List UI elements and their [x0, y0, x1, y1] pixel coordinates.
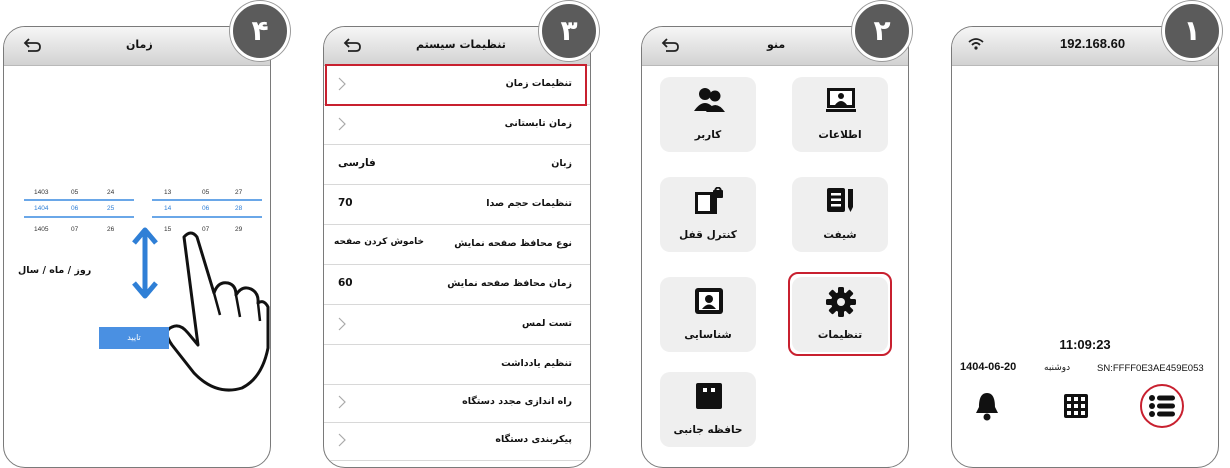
settings-row-touch-test[interactable]: تست لمس	[324, 305, 590, 345]
row-label: تست لمس	[522, 318, 572, 329]
picker-line	[24, 216, 134, 218]
picker-value: 07	[71, 226, 79, 233]
back-arrow-icon[interactable]	[660, 35, 680, 55]
tile-label: شیفت	[823, 229, 857, 241]
serial-number: SN:FFFF0E3AE459E053	[1097, 363, 1204, 374]
step-badge-2: ۲	[852, 1, 912, 61]
picker-line	[152, 216, 262, 218]
chevron-right-icon	[338, 117, 346, 131]
time-settings-highlight	[325, 64, 587, 106]
weekday: دوشنبه	[1044, 363, 1071, 373]
row-label: زبان	[551, 158, 572, 169]
settings-row-configuration[interactable]: پیکربندی دستگاه	[324, 421, 590, 461]
picker-value: 06	[202, 205, 210, 212]
ip-address: 192.168.60	[1060, 36, 1126, 51]
picker-value: 26	[107, 226, 115, 233]
menu-button[interactable]	[1140, 384, 1184, 428]
tile-label: کنترل قفل	[679, 229, 737, 241]
usb-drive-icon	[696, 383, 722, 409]
row-value: فارسی	[338, 157, 376, 169]
keypad-icon[interactable]	[1063, 393, 1089, 419]
page-title: تنظیمات سیستم	[416, 38, 506, 51]
screen-home: 192.168.60 11:09:23 1404-06-20 دوشنبه SN…	[951, 26, 1219, 468]
shift-list-icon	[827, 188, 853, 212]
back-arrow-icon[interactable]	[342, 35, 362, 55]
settings-row-screensaver-type[interactable]: نوع محافظ صفحه نمایش خاموش کردن صفحه	[324, 225, 590, 265]
row-value: 70	[338, 197, 353, 209]
users-icon	[694, 88, 725, 112]
settings-row-note[interactable]: تنظیم یادداشت	[324, 345, 590, 385]
clock: 11:09:23	[1059, 337, 1111, 352]
info-board-icon	[826, 88, 856, 112]
settings-row-restart[interactable]: راه اندازی مجدد دستگاه	[324, 383, 590, 423]
chevron-right-icon	[338, 317, 346, 331]
row-label: تنظیمات حجم صدا	[486, 198, 572, 209]
step-badge-3: ۳	[539, 1, 599, 61]
row-label: راه اندازی مجدد دستگاه	[462, 396, 572, 407]
picker-value: 27	[235, 189, 243, 196]
tile-label: کاربر	[694, 129, 722, 141]
chevron-right-icon	[338, 433, 346, 447]
menu-list-icon	[1149, 395, 1175, 417]
row-label: پیکربندی دستگاه	[495, 434, 572, 445]
confirm-button[interactable]: تایید	[99, 327, 169, 349]
tile-label: شناسایی	[684, 329, 732, 341]
picker-value: 13	[164, 189, 172, 196]
tile-identification[interactable]: شناسایی	[660, 277, 756, 352]
tile-user[interactable]: کاربر	[660, 77, 756, 152]
settings-row-volume[interactable]: تنظیمات حجم صدا 70	[324, 185, 590, 225]
settings-row-language[interactable]: زبان فارسی	[324, 145, 590, 185]
bell-icon[interactable]	[974, 391, 1000, 421]
picker-value: 25	[107, 205, 115, 212]
screen-time: زمان 1403 1404 1405 05 06 07 24 25 26 13…	[3, 26, 271, 468]
back-arrow-icon[interactable]	[22, 35, 42, 55]
screen-system-settings: تنظیمات سیستم تنظیمات زمان زمان تابستانی…	[323, 26, 591, 468]
tile-lock-control[interactable]: کنترل قفل	[660, 177, 756, 252]
door-lock-icon	[695, 187, 723, 214]
step-badge-4: ۴	[230, 1, 290, 61]
face-id-icon	[695, 288, 723, 314]
row-value: 60	[338, 277, 353, 289]
picker-value: 1403	[34, 189, 49, 196]
picker-value: 1404	[34, 205, 49, 212]
tile-label: اطلاعات	[818, 129, 862, 141]
tile-external-storage[interactable]: حافظه جانبی	[660, 372, 756, 447]
row-label: زمان محافظ صفحه نمایش	[447, 278, 572, 289]
step-badge-1: ۱	[1162, 1, 1222, 61]
page-title: زمان	[126, 38, 153, 51]
picker-value: 05	[202, 189, 210, 196]
tile-info[interactable]: اطلاعات	[792, 77, 888, 152]
picker-value: 28	[235, 205, 243, 212]
chevron-right-icon	[338, 395, 346, 409]
picker-value: 06	[71, 205, 79, 212]
tile-shift[interactable]: شیفت	[792, 177, 888, 252]
row-label: زمان تابستانی	[504, 118, 572, 129]
date: 1404-06-20	[960, 361, 1017, 373]
settings-row-screensaver-time[interactable]: زمان محافظ صفحه نمایش 60	[324, 265, 590, 305]
page-title: منو	[767, 38, 786, 51]
picker-line	[24, 199, 134, 201]
settings-row-dst[interactable]: زمان تابستانی	[324, 105, 590, 145]
row-label: تنظیم یادداشت	[501, 358, 572, 369]
picker-value: 14	[164, 205, 172, 212]
settings-highlight	[788, 272, 892, 356]
picker-value: 05	[71, 189, 79, 196]
picker-line	[152, 199, 262, 201]
screen-menu: منو اطلاعات کاربر شیفت کنترل قفل تنظیمات…	[641, 26, 909, 468]
picker-value: 1405	[34, 226, 49, 233]
row-value: خاموش کردن صفحه	[334, 237, 425, 247]
pointing-hand-icon	[165, 231, 270, 392]
tile-label: حافظه جانبی	[673, 424, 743, 436]
date-format-label: روز / ماه / سال	[18, 265, 92, 276]
wifi-icon	[968, 38, 984, 50]
row-label: نوع محافظ صفحه نمایش	[454, 238, 572, 249]
picker-value: 24	[107, 189, 115, 196]
